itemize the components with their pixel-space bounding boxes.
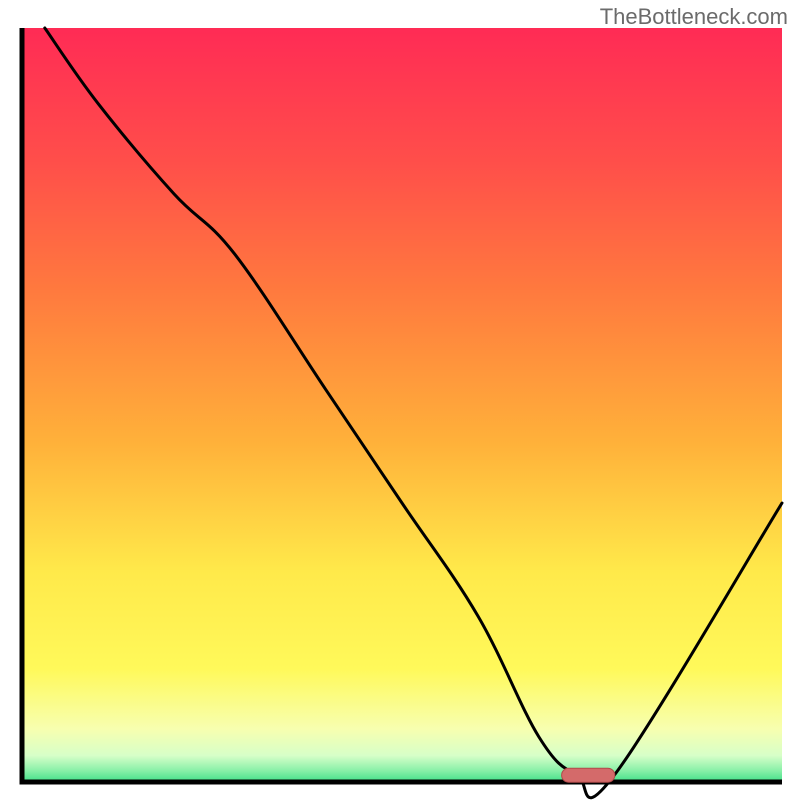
optimal-range-marker bbox=[562, 768, 615, 782]
watermark-text: TheBottleneck.com bbox=[600, 4, 788, 30]
gradient-background bbox=[22, 28, 782, 782]
bottleneck-curve-chart bbox=[0, 0, 800, 800]
chart-svg bbox=[0, 0, 800, 800]
